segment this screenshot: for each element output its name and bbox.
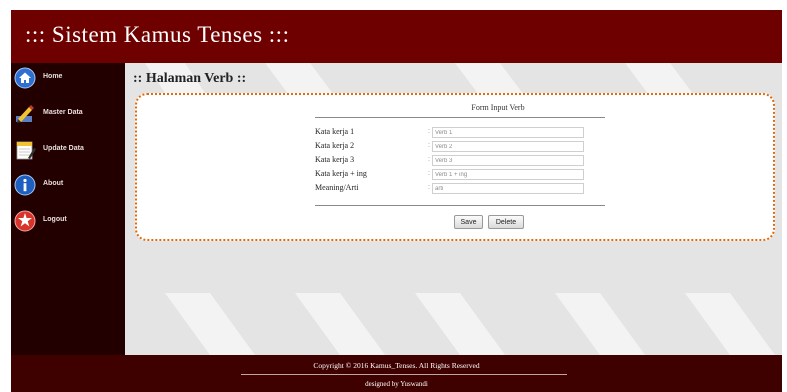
home-icon xyxy=(14,67,36,89)
app-title: ::: Sistem Kamus Tenses ::: xyxy=(25,22,290,47)
verb1-input[interactable] xyxy=(432,127,584,138)
pencil-edit-icon xyxy=(16,105,34,123)
field-colon: : xyxy=(428,170,430,177)
field-label: Meaning/Arti xyxy=(315,183,359,192)
field-label: Kata kerja + ing xyxy=(315,169,367,178)
sidebar-item-update-data[interactable]: Update Data xyxy=(11,137,125,165)
sidebar-item-logout[interactable]: Logout xyxy=(11,208,125,236)
main-content: :: Halaman Verb :: Form Input Verb Kata … xyxy=(125,63,782,355)
form-card: Form Input Verb Kata kerja 1 : Kata kerj… xyxy=(135,93,775,241)
form-title: Form Input Verb xyxy=(471,103,525,112)
page-title: :: Halaman Verb :: xyxy=(133,71,247,86)
sidebar-item-label: Home xyxy=(43,73,63,80)
sidebar-item-label: Logout xyxy=(43,216,67,223)
field-colon: : xyxy=(428,184,430,191)
info-icon xyxy=(14,174,36,196)
verb3-input[interactable] xyxy=(432,155,584,166)
notepad-icon xyxy=(16,141,36,160)
header-bar: ::: Sistem Kamus Tenses ::: xyxy=(11,10,782,63)
field-label: Kata kerja 1 xyxy=(315,127,355,136)
verb-ing-input[interactable] xyxy=(432,169,584,180)
field-colon: : xyxy=(428,156,430,163)
copyright-text: Copyright © 2016 Kamus_Tenses. All Right… xyxy=(313,361,480,370)
designer-credit: designed by Yuswandi xyxy=(365,380,428,388)
sidebar-item-label: Master Data xyxy=(43,109,83,116)
meaning-input[interactable] xyxy=(432,183,584,194)
sidebar-item-about[interactable]: About xyxy=(11,172,125,200)
sidebar-item-label: Update Data xyxy=(43,145,84,152)
divider xyxy=(315,205,605,206)
sidebar: Home Master Data Update Data About Logou… xyxy=(11,63,125,355)
footer-divider xyxy=(241,374,567,375)
delete-button[interactable]: Delete xyxy=(488,215,524,229)
field-label: Kata kerja 2 xyxy=(315,141,355,150)
field-colon: : xyxy=(428,142,430,149)
logout-icon xyxy=(14,210,36,232)
verb2-input[interactable] xyxy=(432,141,584,152)
field-label: Kata kerja 3 xyxy=(315,155,355,164)
sidebar-item-master-data[interactable]: Master Data xyxy=(11,101,125,129)
footer: Copyright © 2016 Kamus_Tenses. All Right… xyxy=(11,355,782,392)
divider xyxy=(315,117,605,118)
sidebar-item-home[interactable]: Home xyxy=(11,65,125,93)
save-button[interactable]: Save xyxy=(454,215,483,229)
sidebar-item-label: About xyxy=(43,180,64,187)
field-colon: : xyxy=(428,128,430,135)
